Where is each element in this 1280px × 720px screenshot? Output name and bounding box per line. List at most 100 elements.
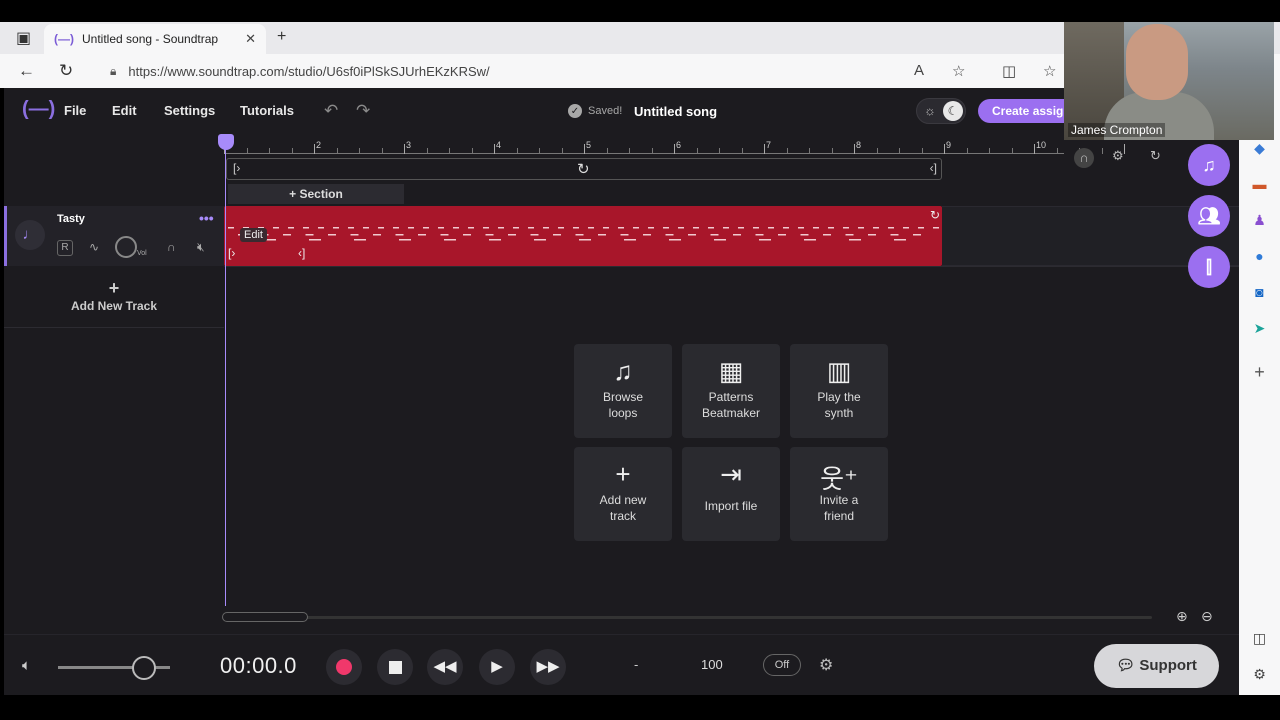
create-assignment-button[interactable]: Create assignment	[978, 99, 1078, 123]
track-more-icon[interactable]: •••	[199, 210, 214, 226]
import-file-card[interactable]: ⇥ Import file	[682, 447, 780, 541]
collaborators-fab[interactable]: 👥︎	[1188, 195, 1230, 237]
music-note-fab[interactable]: ♫	[1188, 144, 1230, 186]
sidebar-send-icon[interactable]: ➤	[1239, 320, 1280, 337]
read-aloud-icon[interactable]: A	[914, 62, 924, 79]
card-label: synth	[824, 406, 854, 420]
favorite-star-icon[interactable]: ☆	[952, 62, 965, 80]
undo-icon[interactable]: ↶	[324, 101, 338, 121]
scroll-thumb[interactable]	[222, 612, 308, 622]
master-volume-thumb[interactable]	[132, 656, 156, 680]
sidebar-games-icon[interactable]: ♟	[1239, 212, 1280, 229]
timeline-ruler[interactable]: 2 3 4 5 6 7 8 9 10	[224, 134, 1125, 160]
solo-headphones-icon[interactable]: ∩	[167, 240, 176, 254]
menu-settings[interactable]: Settings	[164, 103, 215, 118]
split-screen-icon[interactable]: ◫	[1002, 62, 1016, 80]
volume-knob[interactable]	[115, 236, 137, 258]
ruler-tick	[674, 144, 675, 154]
transport-settings-icon[interactable]: ⚙	[819, 655, 833, 675]
url-field[interactable]: 🔒︎ https://www.soundtrap.com/studio/U6sf…	[96, 58, 1056, 84]
pattern-note	[633, 227, 639, 229]
settings-gear-icon[interactable]: ⚙	[1112, 148, 1124, 164]
webcam-overlay: James Crompton	[1064, 22, 1274, 140]
sidebar-tools-icon[interactable]: ▬	[1239, 176, 1280, 192]
horizontal-scrollbar[interactable]	[222, 612, 1152, 622]
tab-actions-icon[interactable]: ▣	[16, 28, 31, 48]
add-new-track-button[interactable]: + Add New Track	[4, 276, 224, 328]
add-new-track-card[interactable]: + Add new track	[574, 447, 672, 541]
sidebar-outlook-icon[interactable]: ◙	[1239, 284, 1280, 300]
track-region[interactable]: Edit [› ‹] ↻	[224, 206, 942, 266]
redo-icon[interactable]: ↷	[356, 101, 370, 121]
rewind-button[interactable]: ◀◀	[427, 649, 463, 685]
add-section-button[interactable]: + Section	[228, 184, 404, 204]
playhead-handle[interactable]	[218, 134, 234, 150]
mixer-fab[interactable]: ⫿	[1188, 246, 1230, 288]
tempo-bpm[interactable]: 100	[701, 657, 723, 672]
piano-icon: ▥	[826, 356, 852, 386]
play-synth-card[interactable]: ▥ Play the synth	[790, 344, 888, 438]
tab-close-icon[interactable]: ✕	[245, 31, 256, 47]
menu-file[interactable]: File	[64, 103, 86, 118]
new-tab-icon[interactable]: +	[277, 28, 286, 46]
mute-icon[interactable]: 🔇︎	[197, 240, 205, 255]
ruler-tick	[966, 148, 968, 154]
pattern-note	[845, 234, 854, 236]
pattern-note	[489, 239, 501, 241]
drum-instrument-icon[interactable]: ♩	[15, 220, 45, 250]
sidebar-add-icon[interactable]: +	[1239, 362, 1280, 383]
ruler-tick	[696, 148, 698, 154]
sidebar-tag-icon[interactable]: ◆	[1239, 140, 1280, 157]
ruler-tick	[1034, 144, 1035, 154]
region-trim-handle[interactable]: ‹]	[298, 246, 305, 260]
loop-start-handle[interactable]: [›	[233, 161, 240, 175]
ruler-tick	[629, 148, 630, 154]
ruler-tick	[831, 148, 833, 154]
theme-toggle[interactable]: ☼ ☾	[916, 98, 966, 124]
zoom-out-icon[interactable]: ⊖	[1201, 608, 1213, 625]
pattern-note	[354, 239, 366, 241]
zoom-in-icon[interactable]: ⊕	[1176, 608, 1188, 625]
favorites-icon[interactable]: ☆	[1043, 62, 1056, 80]
track-name[interactable]: Tasty	[57, 213, 85, 225]
browse-loops-card[interactable]: ♫ Browse loops	[574, 344, 672, 438]
region-edit-button[interactable]: Edit	[240, 228, 267, 242]
loop-icon[interactable]: ↻	[577, 160, 590, 178]
automation-icon[interactable]: ∿	[89, 240, 99, 254]
invite-friend-card[interactable]: 웃⁺ Invite a friend	[790, 447, 888, 541]
browser-tab[interactable]: (—) Untitled song - Soundtrap ✕	[44, 24, 266, 54]
metronome-toggle[interactable]: Off	[763, 654, 801, 676]
ruler-tick	[381, 148, 383, 154]
region-loop-icon[interactable]: ↻	[930, 208, 940, 222]
headphones-icon[interactable]: ∩	[1074, 148, 1094, 168]
support-button[interactable]: 💬︎ Support	[1094, 644, 1219, 688]
pattern-note	[283, 234, 291, 236]
back-icon[interactable]: ←	[18, 61, 35, 81]
soundtrap-logo[interactable]: (—)	[22, 98, 55, 121]
loop-end-handle[interactable]: ‹]	[930, 161, 937, 175]
pattern-note	[378, 227, 384, 229]
key-selector[interactable]: -	[634, 657, 638, 672]
sidebar-panel-icon[interactable]: ◫	[1239, 630, 1280, 647]
loop-range-bar[interactable]: [› ↻ ‹]	[226, 158, 942, 180]
stop-button[interactable]	[377, 649, 413, 685]
fast-forward-button[interactable]: ▶▶	[530, 649, 566, 685]
menu-tutorials[interactable]: Tutorials	[240, 103, 294, 118]
reload-icon[interactable]: ↻	[59, 61, 73, 81]
refresh-icon[interactable]: ↻	[1150, 148, 1161, 164]
patterns-beatmaker-card[interactable]: ▦ Patterns Beatmaker	[682, 344, 780, 438]
play-button[interactable]: ▶	[479, 649, 515, 685]
pattern-note	[273, 227, 279, 229]
record-arm-button[interactable]: R	[57, 240, 73, 256]
song-title[interactable]: Untitled song	[634, 104, 717, 119]
sidebar-copilot-icon[interactable]: ●	[1239, 248, 1280, 264]
pattern-note	[453, 227, 459, 229]
volume-icon[interactable]: 🔈︎	[22, 657, 31, 674]
region-start-handle[interactable]: [›	[228, 246, 235, 260]
track-header[interactable]: ♩ Tasty ••• R ∿ Vol ∩ 🔇︎	[4, 206, 224, 266]
record-button[interactable]	[326, 649, 362, 685]
invite-icon: 웃⁺	[820, 464, 858, 494]
stop-icon	[388, 660, 402, 674]
sidebar-settings-icon[interactable]: ⚙	[1239, 666, 1280, 683]
menu-edit[interactable]: Edit	[112, 103, 137, 118]
